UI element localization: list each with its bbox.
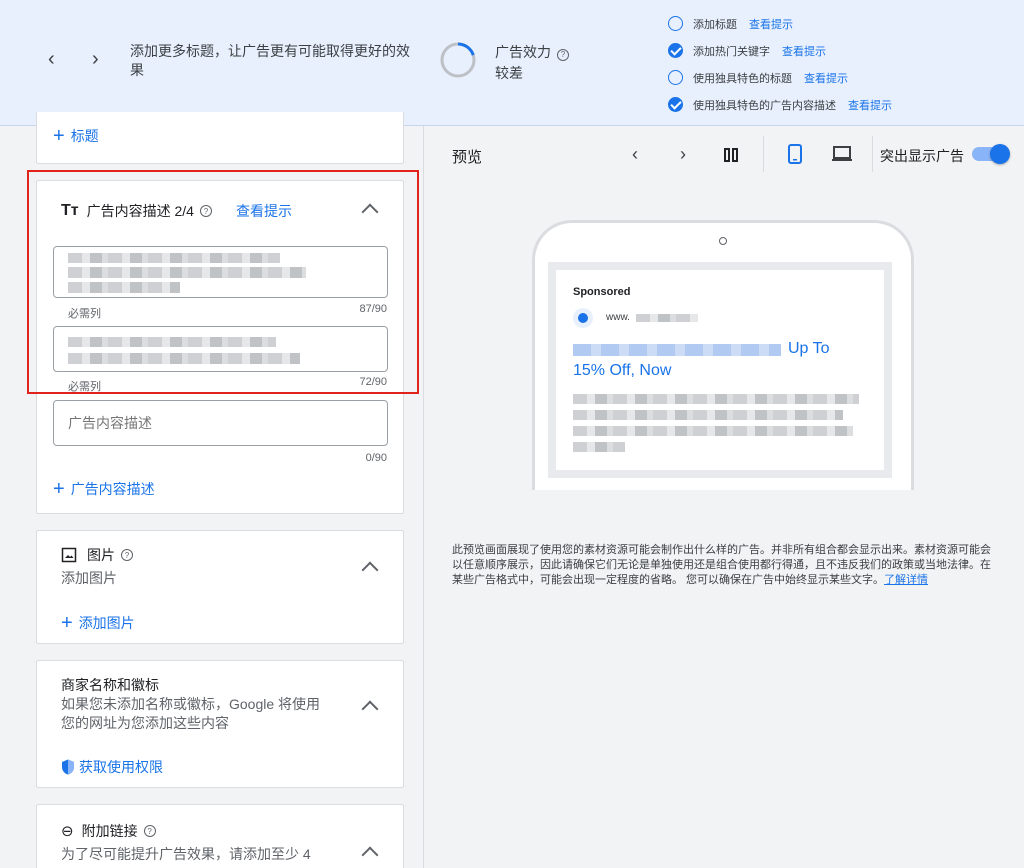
descriptions-title: Tт 广告内容描述 2/4 ? 查看提示 (61, 201, 292, 221)
description-input-2[interactable] (53, 326, 388, 372)
plus-icon: + (53, 125, 65, 147)
headlines-card: + 标题 (36, 112, 404, 164)
get-access-button[interactable]: 获取使用权限 (61, 757, 163, 777)
circle-icon (668, 16, 683, 31)
checklist: 添加标题 查看提示 添加热门关键字 查看提示 使用独具特色的标题 查看提示 使用… (668, 10, 892, 118)
ad-strength-banner: ‹ › 添加更多标题，让广告更有可能取得更好的效果 广告效力? 较差 添加标题 … (0, 0, 1024, 126)
divider (872, 136, 873, 172)
prev-tip-button[interactable]: ‹ (48, 48, 55, 71)
images-card: 图片 ? 添加图片 + 添加图片 (36, 530, 404, 644)
divider (763, 136, 764, 172)
help-icon[interactable]: ? (557, 48, 569, 61)
highlight-toggle-label: 突出显示广告 (880, 148, 964, 164)
view-tips-link[interactable]: 查看提示 (236, 201, 292, 221)
expand-chevron-icon[interactable] (361, 846, 379, 864)
sponsored-label: Sponsored (573, 286, 631, 298)
char-count: 72/90 (359, 376, 387, 388)
pause-icon[interactable] (724, 146, 738, 167)
highlight-toggle[interactable] (972, 144, 1010, 164)
checklist-item: 使用独具特色的广告内容描述 查看提示 (668, 91, 892, 118)
effectiveness-label: 广告效力? (495, 42, 569, 62)
char-count: 87/90 (359, 303, 387, 315)
ad-url: www. (606, 312, 630, 323)
learn-more-link[interactable]: 了解详情 (884, 574, 928, 586)
help-icon[interactable]: ? (143, 825, 156, 837)
required-label: 必需列 (68, 381, 101, 393)
check-circle-icon (668, 97, 683, 112)
help-icon[interactable]: ? (199, 205, 212, 217)
view-tips-link[interactable]: 查看提示 (749, 16, 793, 32)
text-format-icon: Tт (61, 202, 79, 219)
view-tips-link[interactable]: 查看提示 (804, 70, 848, 86)
business-subtitle: 如果您未添加名称或徽标，Google 将使用您的网址为您添加这些内容 (61, 696, 321, 731)
ad-headline-tail[interactable]: Up To (788, 340, 830, 358)
effectiveness-value: 较差 (495, 65, 523, 81)
checklist-item: 添加热门关键字 查看提示 (668, 37, 892, 64)
desktop-device-icon[interactable] (832, 146, 852, 167)
checklist-item: 使用独具特色的标题 查看提示 (668, 64, 892, 91)
link-icon: ⊖ (61, 823, 74, 840)
expand-chevron-icon[interactable] (361, 700, 379, 718)
help-icon[interactable]: ? (121, 549, 133, 561)
prev-preview-button[interactable]: ‹ (632, 144, 638, 165)
preview-title: 预览 (452, 149, 483, 166)
plus-icon: + (61, 612, 73, 634)
business-card: 商家名称和徽标 如果您未添加名称或徽标，Google 将使用您的网址为您添加这些… (36, 660, 404, 788)
shield-icon (62, 759, 74, 775)
plus-icon: + (53, 478, 65, 500)
camera-icon (719, 237, 727, 245)
description-input-3[interactable] (53, 400, 388, 446)
collapse-chevron-icon[interactable] (361, 203, 379, 221)
add-headline-button[interactable]: + 标题 (53, 126, 99, 146)
checklist-item: 添加标题 查看提示 (668, 10, 892, 37)
mobile-device-icon[interactable] (788, 144, 802, 169)
business-title: 商家名称和徽标 (61, 677, 159, 693)
images-title: 图片 ? (61, 545, 133, 565)
char-count: 0/90 (365, 452, 387, 464)
effectiveness-ring-icon (440, 42, 476, 78)
images-subtitle: 添加图片 (61, 570, 117, 586)
view-tips-link[interactable]: 查看提示 (782, 43, 826, 59)
image-icon (61, 547, 77, 563)
circle-icon (668, 70, 683, 85)
ad-headline-line2[interactable]: 15% Off, Now (573, 362, 671, 380)
descriptions-card: Tт 广告内容描述 2/4 ? 查看提示 必需列 87/90 必需列 72/90… (36, 180, 404, 514)
expand-chevron-icon[interactable] (361, 561, 379, 579)
preview-disclaimer: 此预览画面展现了使用您的素材资源可能会制作出什么样的广告。并非所有组合都会显示出… (452, 544, 991, 586)
next-preview-button[interactable]: › (680, 144, 686, 165)
ad-preview-card: Sponsored www. Up To 15% Off, Now (548, 262, 892, 478)
check-circle-icon (668, 43, 683, 58)
globe-icon (573, 308, 593, 328)
required-label: 必需列 (68, 308, 101, 320)
tip-text: 添加更多标题，让广告更有可能取得更好的效果 (130, 43, 410, 78)
add-image-button[interactable]: + 添加图片 (61, 613, 135, 633)
sitelinks-title: ⊖ 附加链接 ? (61, 821, 156, 841)
view-tips-link[interactable]: 查看提示 (848, 97, 892, 113)
next-tip-button[interactable]: › (92, 48, 99, 71)
sitelinks-card: ⊖ 附加链接 ? 为了尽可能提升广告效果，请添加至少 4 (36, 804, 404, 868)
description-input-1[interactable] (53, 246, 388, 298)
add-description-button[interactable]: + 广告内容描述 (53, 479, 155, 499)
sitelinks-subtitle: 为了尽可能提升广告效果，请添加至少 4 (61, 846, 311, 862)
